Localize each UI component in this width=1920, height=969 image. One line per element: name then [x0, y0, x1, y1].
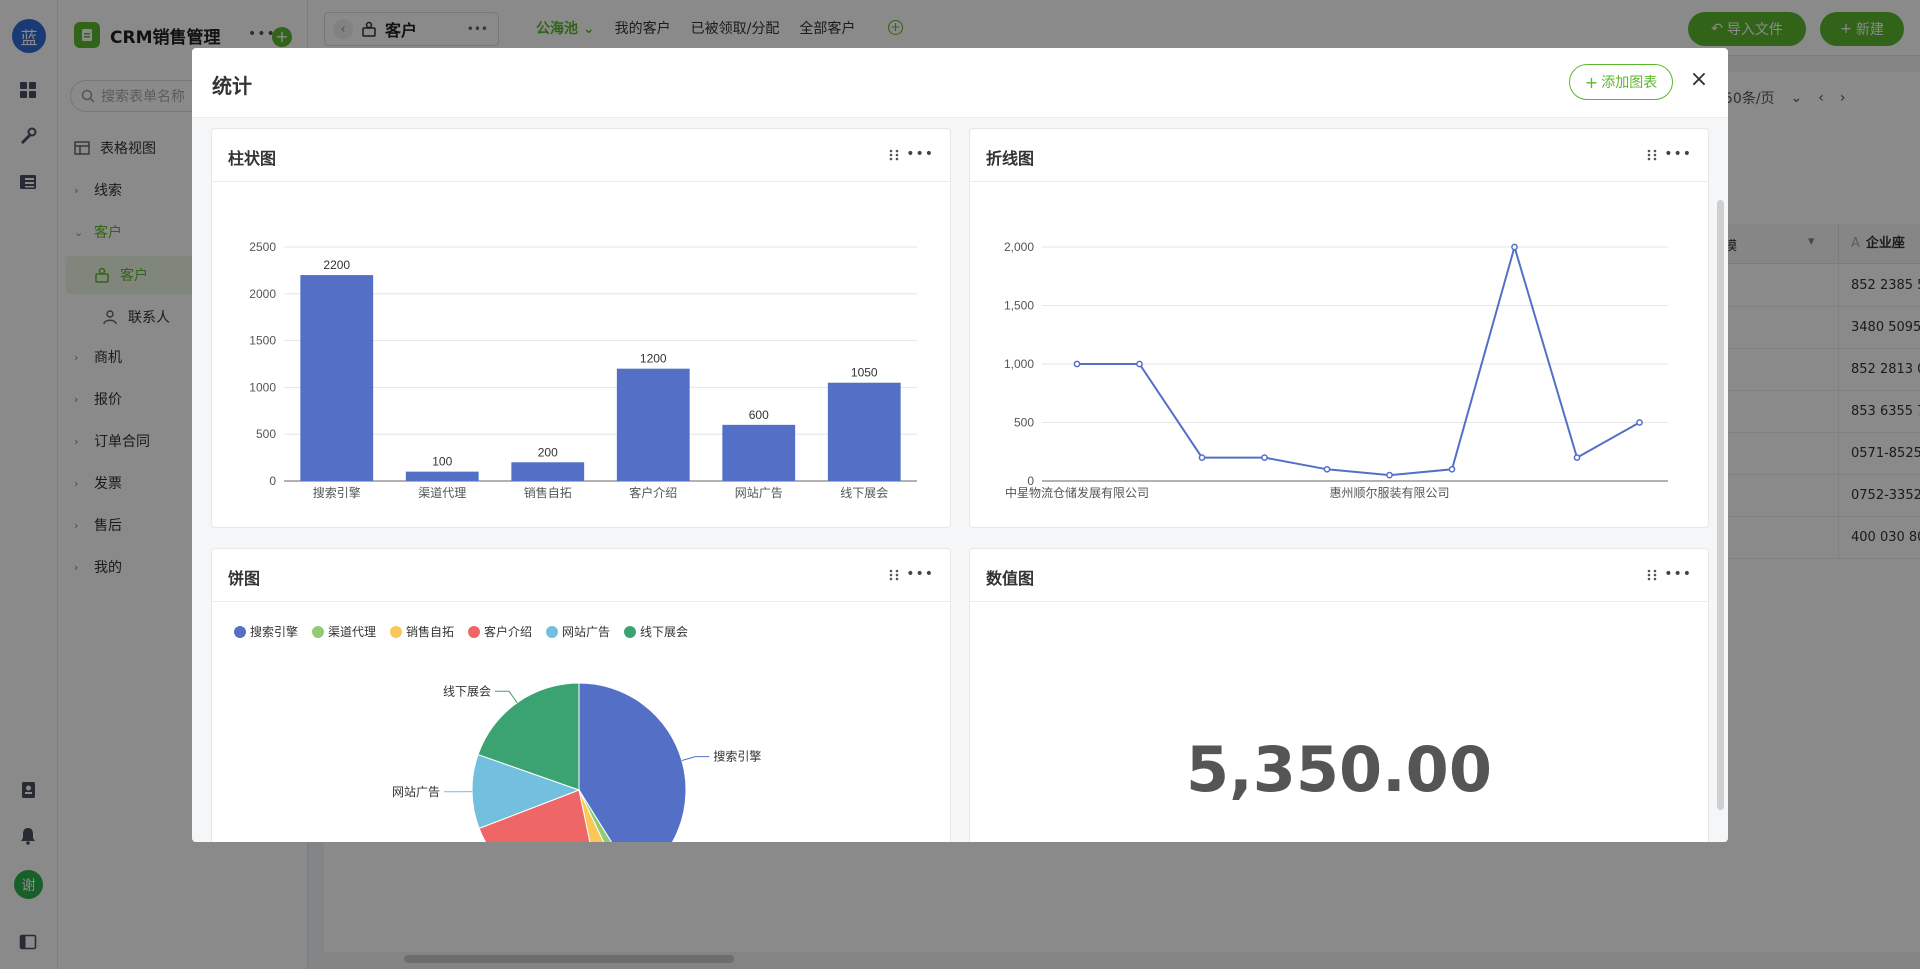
x-tick-label: 线下展会: [840, 486, 888, 500]
pie-slice-label: 网站广告: [392, 785, 440, 799]
line-point: [1323, 465, 1331, 473]
card-title: 折线图: [986, 149, 1035, 168]
bar-data-label: 200: [538, 445, 558, 459]
pie-label-line: [681, 756, 710, 762]
add-chart-button[interactable]: + 添加图表: [1569, 64, 1673, 100]
legend-marker: [468, 626, 480, 638]
bar: [300, 275, 374, 481]
line-point: [1386, 471, 1393, 479]
legend-label: 网站广告: [562, 625, 610, 639]
drag-handle-icon[interactable]: [888, 148, 900, 162]
legend-label: 线下展会: [640, 625, 688, 639]
plus-icon: +: [1584, 72, 1599, 92]
legend-marker: [312, 626, 324, 638]
y-tick-label: 2500: [249, 240, 276, 254]
pie-slice-label: 搜索引擎: [713, 749, 761, 764]
legend-marker: [234, 626, 246, 638]
legend-marker: [390, 626, 402, 638]
bar-data-label: 100: [432, 455, 452, 469]
y-tick-label: 2,000: [1004, 240, 1034, 254]
pie-chart: 搜索引擎 渠道代理 销售自拓 客户介绍 网站广告 线下展会搜索引擎线下展会网站广告: [234, 624, 761, 842]
more-icon[interactable]: •••: [906, 146, 934, 162]
bar: [405, 471, 479, 481]
bar-chart-card: 柱状图 ••• 0 500 1000 1500 2000 2500 2200 搜索引擎 100 渠…: [211, 128, 951, 528]
bar-data-label: 1200: [640, 352, 667, 366]
pie-label-line: [495, 690, 518, 703]
drag-handle-icon[interactable]: [888, 568, 900, 582]
line-series: [1077, 243, 1640, 477]
bar: [722, 424, 796, 481]
line-point: [1573, 454, 1581, 461]
line-point: [1073, 360, 1081, 368]
line-point: [1448, 465, 1456, 473]
number-card: 数值图 ••• 5,350.00: [969, 548, 1709, 842]
line-chart-card: 折线图 ••• 0 500 1,000 1,500 2,000 中星物流仓储发展有限公司惠…: [969, 128, 1709, 528]
line-point: [1136, 360, 1143, 368]
x-tick-label: 惠州顺尔服装有限公司: [1329, 485, 1449, 500]
card-title: 柱状图: [228, 149, 277, 168]
bar-chart: 0 500 1000 1500 2000 2500 2200 搜索引擎 100 渠道代理 200 销售…: [249, 240, 917, 500]
x-tick-label: 渠道代理: [418, 486, 466, 500]
more-icon[interactable]: •••: [906, 566, 934, 582]
drag-handle-icon[interactable]: [1646, 568, 1658, 582]
statistics-dialog: 统计 + 添加图表 × 柱状图 ••• 0 500 1000 1500 2000 2500…: [192, 48, 1728, 842]
dialog-body: 柱状图 ••• 0 500 1000 1500 2000 2500 2200 搜索引擎 100 渠…: [192, 118, 1728, 842]
more-icon[interactable]: •••: [1664, 146, 1692, 162]
legend-label: 客户介绍: [484, 624, 532, 639]
bar: [511, 462, 585, 481]
metric-value: 5,350.00: [1186, 733, 1492, 806]
bar-data-label: 600: [749, 408, 769, 422]
line-point: [1261, 454, 1268, 461]
y-tick-label: 2000: [249, 287, 276, 301]
y-tick-label: 1,500: [1004, 299, 1034, 313]
legend-label: 渠道代理: [328, 625, 376, 639]
line-point: [1636, 419, 1643, 426]
legend-marker: [546, 626, 558, 638]
card-title: 数值图: [986, 569, 1035, 588]
more-icon[interactable]: •••: [1664, 566, 1692, 582]
legend-label: 销售自拓: [406, 624, 454, 639]
x-tick-label: 中星物流仓储发展有限公司: [1005, 485, 1149, 500]
x-tick-label: 网站广告: [735, 486, 783, 500]
y-tick-label: 1000: [249, 380, 276, 394]
card-header: 折线图 •••: [970, 129, 1708, 182]
card-header: 数值图 •••: [970, 549, 1708, 602]
card-title: 饼图: [228, 569, 261, 588]
drag-handle-icon[interactable]: [1646, 148, 1658, 162]
y-tick-label: 1500: [249, 334, 276, 348]
bar-data-label: 2200: [323, 258, 350, 272]
legend-marker: [624, 626, 636, 638]
bar: [827, 382, 901, 481]
bar-data-label: 1050: [851, 366, 878, 380]
y-tick-label: 1,000: [1004, 357, 1034, 371]
card-header: 柱状图 •••: [212, 129, 950, 182]
x-tick-label: 客户介绍: [629, 485, 677, 500]
line-chart: 05001,0001,5002,000中星物流仓储发展有限公司 惠州顺尔服装有限公…: [1004, 240, 1668, 500]
bar: [616, 368, 690, 481]
x-tick-label: 销售自拓: [524, 485, 572, 500]
y-tick-label: 0: [269, 474, 276, 488]
line-point: [1198, 454, 1206, 461]
y-tick-label: 500: [256, 427, 276, 441]
close-icon[interactable]: ×: [1686, 68, 1712, 94]
vertical-scrollbar[interactable]: [1717, 200, 1724, 810]
dialog-title: 统计: [212, 74, 252, 98]
dialog-header: 统计 + 添加图表 ×: [192, 48, 1728, 118]
pie-chart-card: 饼图 ••• 搜索引擎 渠道代理 销售自拓 客户介绍 网站广告 线下展会 搜索引擎 线下展会网…: [211, 548, 951, 842]
y-tick-label: 500: [1014, 416, 1034, 430]
line-point: [1511, 243, 1518, 251]
x-tick-label: 搜索引擎: [313, 485, 361, 500]
pie-slice-label: 线下展会: [443, 684, 491, 698]
card-header: 饼图 •••: [212, 549, 950, 602]
legend-label: 搜索引擎: [250, 624, 298, 639]
